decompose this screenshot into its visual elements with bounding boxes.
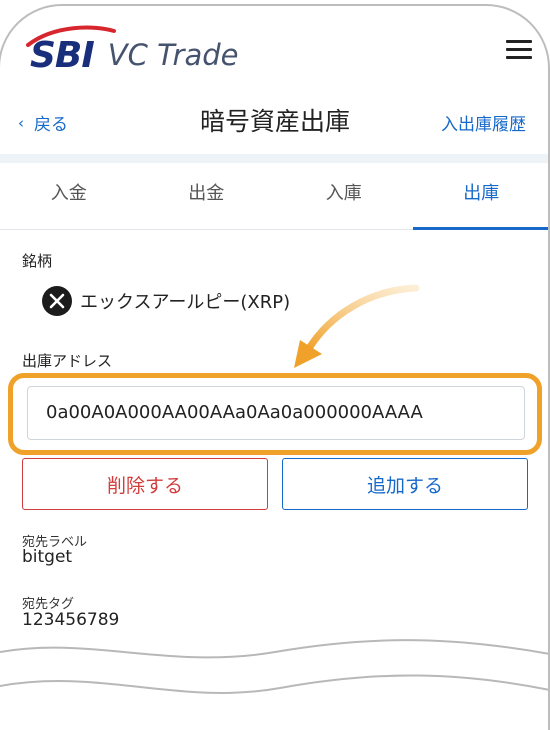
curved-arrow-icon <box>294 284 420 368</box>
back-label: 戻る <box>34 115 68 135</box>
tab-deposit[interactable]: 入金 <box>0 163 138 229</box>
asset-row: エックスアールピー(XRP) <box>42 286 290 316</box>
asset-name: エックスアールピー(XRP) <box>80 292 291 313</box>
logo-sbi-text: SBI <box>26 25 116 76</box>
sbi-vc-trade-logo: SBI VC Trade <box>26 25 239 80</box>
history-link[interactable]: 入出庫履歴 <box>441 110 526 135</box>
delete-button[interactable]: 削除する <box>22 458 268 510</box>
app-header: SBI VC Trade <box>0 0 550 92</box>
logo-vc-trade-label: VC Trade <box>107 38 239 72</box>
destination-tag-value: 123456789 <box>22 610 120 630</box>
logo-swoosh-icon <box>26 25 116 47</box>
tab-receive[interactable]: 入庫 <box>275 163 413 229</box>
page-topbar: ‹ 戻る 暗号資産出庫 入出庫履歴 <box>0 92 550 150</box>
xrp-icon <box>42 286 72 316</box>
hamburger-menu-icon[interactable] <box>506 40 532 60</box>
destination-label-value: bitget <box>22 547 73 567</box>
torn-edge-decoration <box>0 639 550 730</box>
tab-withdraw[interactable]: 出金 <box>138 163 276 229</box>
chevron-left-icon: ‹ <box>18 113 24 132</box>
back-button[interactable]: ‹ 戻る <box>18 110 68 136</box>
address-label: 出庫アドレス <box>22 352 113 368</box>
tab-send[interactable]: 出庫 <box>412 163 550 230</box>
tab-bar: 入金 出金 入庫 出庫 <box>0 163 550 230</box>
withdraw-address-field[interactable]: 0a00A0A000AA00AAa0Aa0a000000AAAA <box>27 386 525 440</box>
asset-label: 銘柄 <box>22 252 53 270</box>
address-highlight-box: 0a00A0A000AA00AAa0Aa0a000000AAAA <box>8 373 542 455</box>
app-screen: SBI VC Trade ‹ 戻る 暗号資産出庫 入出庫履歴 入金 出金 入庫 … <box>0 0 550 730</box>
add-button[interactable]: 追加する <box>282 458 528 510</box>
section-divider <box>0 154 550 163</box>
